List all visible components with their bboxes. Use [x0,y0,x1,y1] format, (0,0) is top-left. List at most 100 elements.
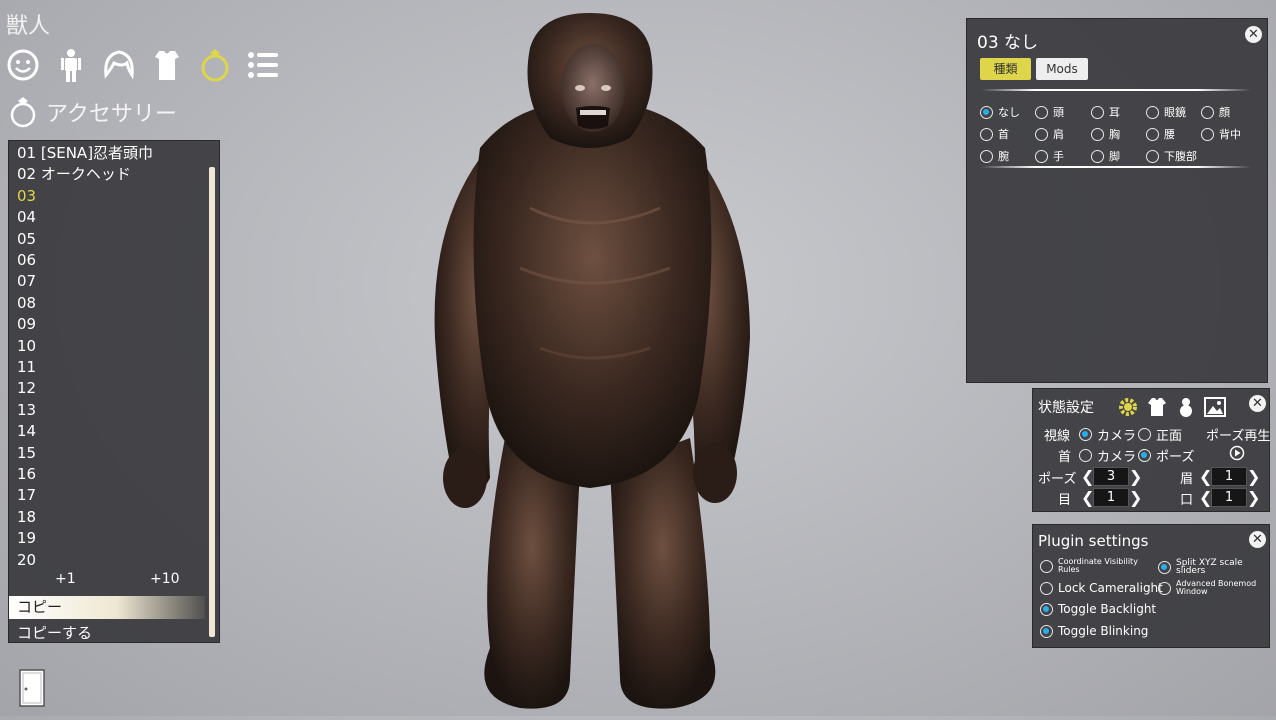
mouth-prev-icon[interactable]: ❮ [1199,488,1212,507]
slot-item[interactable]: 15 [17,443,36,464]
tab-kind[interactable]: 種類 [980,58,1031,80]
mouth-value: 1 [1211,488,1247,507]
pose-stepper: ❮ 3 ❯ [1081,467,1142,486]
pose-prev-icon[interactable]: ❮ [1081,467,1094,486]
slot-list-scrollbar[interactable] [209,167,215,637]
slot-item[interactable]: 19 [17,528,36,549]
eye-next-icon[interactable]: ❯ [1129,488,1142,507]
slot-item[interactable]: 11 [17,357,36,378]
category-toolbar [6,46,280,84]
radio-indicator [1146,149,1159,163]
slot-item[interactable]: 10 [17,336,36,357]
slot-item[interactable]: 04 [17,207,36,228]
face-icon[interactable] [6,46,40,84]
radio-indicator [980,105,993,119]
neck-pose-radio[interactable]: ポーズ [1138,446,1194,465]
exit-door-icon[interactable] [18,668,46,712]
slot-item[interactable]: 17 [17,485,36,506]
state-settings-panel: 状態設定 ✕ 視線 カメラ 正面 ポーズ再生 首 カメラ ポーズ ポーズ ❮ 3… [1032,388,1270,512]
slot-item[interactable]: 05 [17,229,36,250]
accessory-state-icon[interactable] [1177,396,1195,418]
type-radio[interactable]: 手 [1035,148,1064,164]
neck-camera-radio[interactable]: カメラ [1079,446,1136,465]
type-radio[interactable]: 下腹部 [1146,148,1197,164]
radio-indicator [1201,105,1214,119]
split-xyz-toggle[interactable]: Split XYZ scale sliders [1158,559,1273,576]
slot-item[interactable]: 07 [17,271,36,292]
gaze-camera-radio[interactable]: カメラ [1079,425,1136,444]
slot-item[interactable]: 13 [17,400,36,421]
radio-indicator [980,127,993,141]
brow-next-icon[interactable]: ❯ [1247,467,1260,486]
slot-item[interactable]: 08 [17,293,36,314]
accessory-panel-title: 03 なし [977,33,1039,53]
type-radio[interactable]: 眼鏡 [1146,104,1186,120]
character-model [410,8,770,720]
slot-item[interactable]: 09 [17,314,36,335]
brow-label: 眉 [1180,472,1194,487]
tab-mods[interactable]: Mods [1036,58,1088,80]
slot-item[interactable]: 03 [17,186,36,207]
gaze-front-radio[interactable]: 正面 [1138,425,1182,444]
type-radio[interactable]: 首 [980,126,1009,142]
brow-prev-icon[interactable]: ❮ [1199,467,1212,486]
hair-icon[interactable] [102,46,136,84]
type-radio-label: 胸 [1109,128,1120,141]
type-radio[interactable]: 脚 [1091,148,1120,164]
slot-item[interactable]: 20 [17,550,36,571]
coordinate-visibility-toggle[interactable]: Coordinate Visibility Rules [1040,558,1155,574]
slot-item[interactable]: 06 [17,250,36,271]
toggle-blinking-toggle[interactable]: Toggle Blinking [1040,624,1148,638]
type-radio[interactable]: 顔 [1201,104,1230,120]
mouth-next-icon[interactable]: ❯ [1247,488,1260,507]
slot-item[interactable]: 18 [17,507,36,528]
clothing-icon[interactable] [150,46,184,84]
type-radio[interactable]: 背中 [1201,126,1241,142]
play-icon[interactable] [1229,445,1245,461]
divider-top [981,89,1251,91]
lock-cameralight-toggle[interactable]: Lock Cameralight [1040,581,1163,595]
type-radio[interactable]: なし [980,104,1020,120]
pose-play-label: ポーズ再生 [1206,429,1271,444]
type-radio[interactable]: 耳 [1091,104,1120,120]
clothing-state-icon[interactable] [1146,396,1168,418]
accessory-panel-close-icon[interactable]: ✕ [1245,26,1262,43]
state-panel-title: 状態設定 [1038,400,1094,416]
radio-indicator [1146,105,1159,119]
mouth-stepper: ❮ 1 ❯ [1199,488,1260,507]
slot-item[interactable]: 14 [17,421,36,442]
gear-icon[interactable] [1117,396,1139,418]
type-radio-label: 下腹部 [1164,150,1197,163]
pose-label: ポーズ [1038,472,1077,487]
slot-item[interactable]: 12 [17,378,36,399]
slot-item[interactable]: 02 オークヘッド [17,164,131,185]
radio-indicator [1035,105,1048,119]
pose-next-icon[interactable]: ❯ [1129,467,1142,486]
state-panel-close-icon[interactable]: ✕ [1249,395,1266,412]
plus-one-button[interactable]: +1 [55,571,76,587]
advanced-bonemod-toggle[interactable]: Advanced Bonemod Window [1158,580,1273,596]
type-radio-label: 腕 [998,150,1009,163]
type-radio-label: 背中 [1219,128,1241,141]
slot-item[interactable]: 01 [SENA]忍者頭巾 [17,143,153,164]
toggle-backlight-toggle[interactable]: Toggle Backlight [1040,602,1156,616]
plugin-settings-panel: Plugin settings ✕ Coordinate Visibility … [1032,524,1270,648]
accessory-ring-icon[interactable] [198,46,232,84]
slot-item[interactable]: 16 [17,464,36,485]
plus-ten-button[interactable]: +10 [150,571,180,587]
eye-prev-icon[interactable]: ❮ [1081,488,1094,507]
plugin-panel-close-icon[interactable]: ✕ [1249,531,1266,548]
type-radio[interactable]: 腰 [1146,126,1175,142]
image-icon[interactable] [1204,397,1226,417]
body-icon[interactable] [54,46,88,84]
eye-value: 1 [1093,488,1129,507]
eye-stepper: ❮ 1 ❯ [1081,488,1142,507]
accessory-type-panel: 03 なし ✕ 種類 Mods なし 頭 耳 眼鏡 顔首 肩 胸 腰 背中腕 手 脚 下腹部 [966,18,1268,383]
list-icon[interactable] [246,46,280,84]
copy-button[interactable]: コピーする [17,622,92,643]
brow-value: 1 [1211,467,1247,486]
type-radio[interactable]: 胸 [1091,126,1120,142]
type-radio[interactable]: 肩 [1035,126,1064,142]
type-radio[interactable]: 腕 [980,148,1009,164]
type-radio[interactable]: 頭 [1035,104,1064,120]
